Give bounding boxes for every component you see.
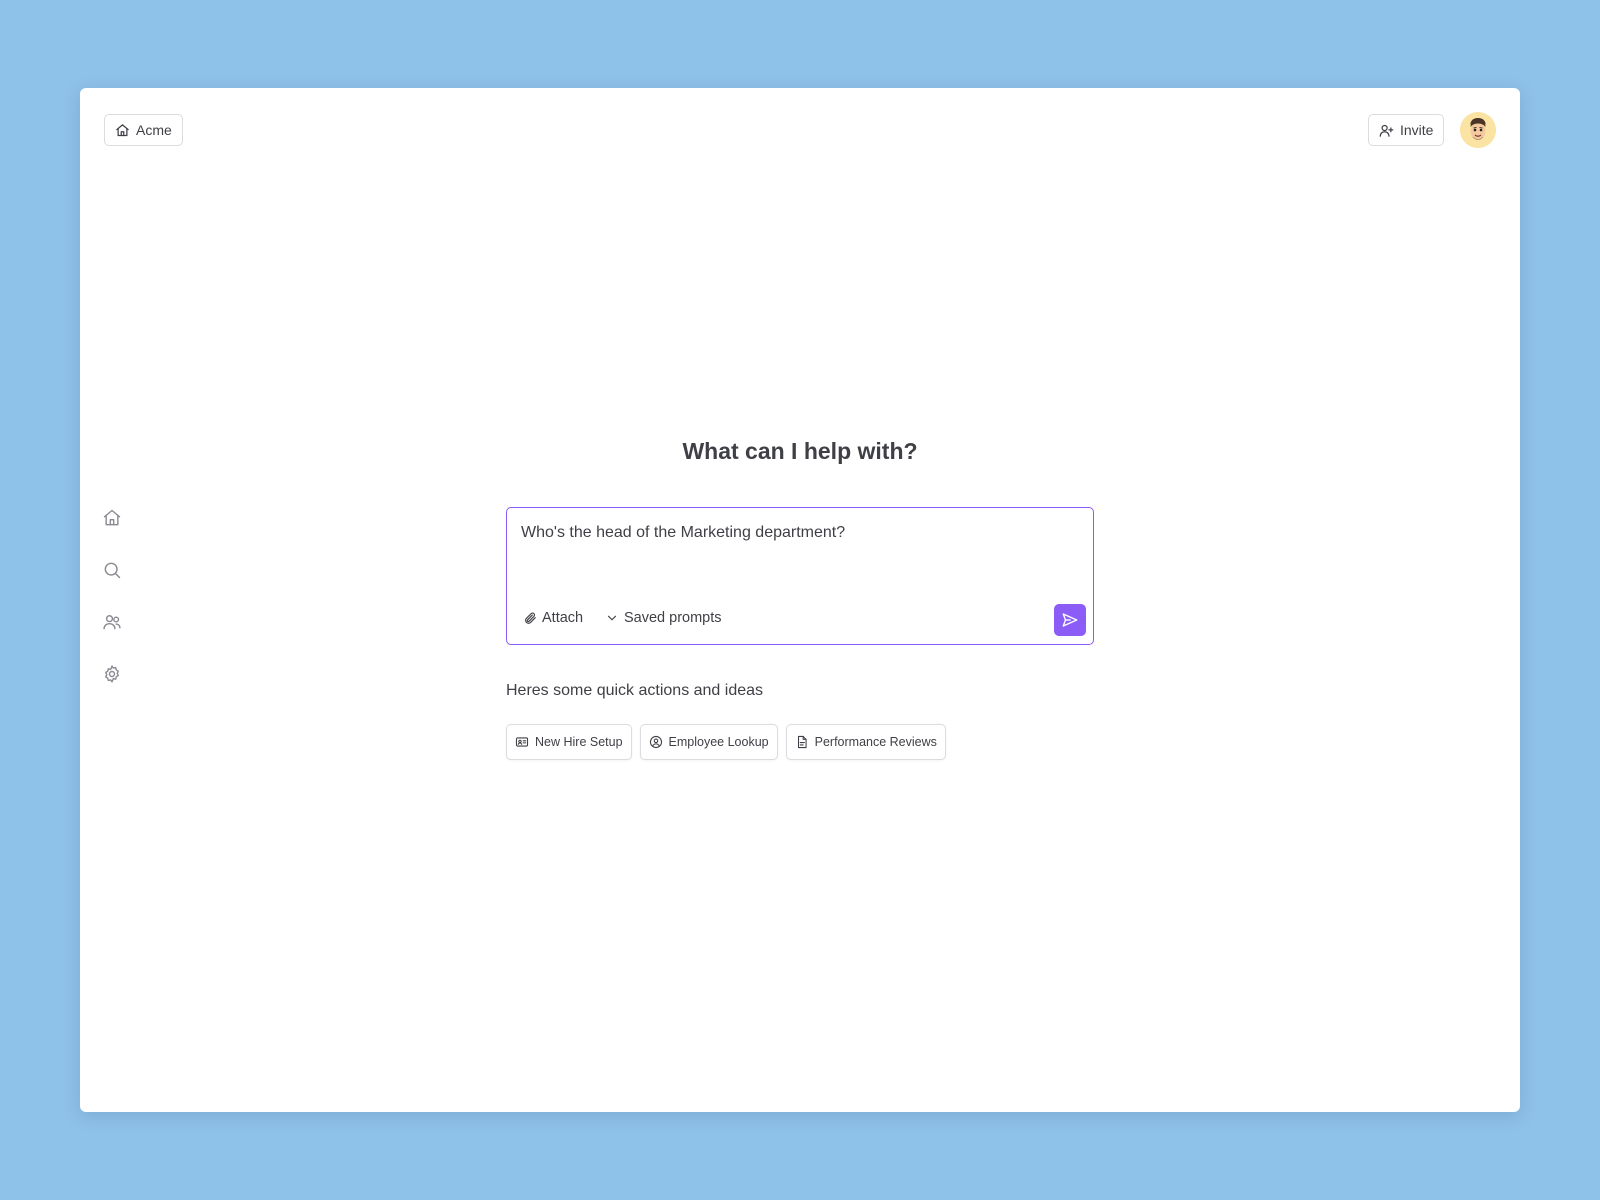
quick-action-label: New Hire Setup	[535, 735, 623, 749]
paperclip-icon	[525, 612, 536, 624]
workspace-button[interactable]: Acme	[104, 114, 183, 146]
chevron-down-icon	[607, 615, 617, 621]
invite-button[interactable]: Invite	[1368, 114, 1445, 146]
attach-label: Attach	[542, 610, 584, 626]
quick-action-performance-reviews[interactable]: Performance Reviews	[785, 724, 946, 760]
sidebar	[102, 508, 124, 684]
user-plus-icon	[1379, 124, 1394, 137]
quick-action-employee-lookup[interactable]: Employee Lookup	[639, 724, 778, 760]
saved-prompts-label: Saved prompts	[624, 610, 722, 626]
app-window: Acme Invite What can I help with? Who's …	[80, 88, 1520, 1112]
sidebar-item-home[interactable]	[102, 508, 122, 528]
prompt-input[interactable]	[521, 522, 1081, 582]
user-circle-icon	[649, 735, 662, 749]
quick-action-new-hire-setup[interactable]: New Hire Setup	[506, 724, 632, 760]
quick-actions: New Hire Setup Employee Lookup Performan…	[506, 724, 946, 760]
send-icon	[1062, 613, 1078, 627]
home-icon	[116, 123, 129, 136]
avatar-emoji	[1460, 112, 1496, 148]
ideas-heading: Heres some quick actions and ideas	[506, 682, 764, 699]
quick-action-label: Employee Lookup	[668, 735, 769, 749]
workspace-label: Acme	[136, 122, 172, 138]
home-icon	[103, 509, 121, 526]
saved-prompts-button[interactable]: Saved prompts	[605, 610, 722, 626]
send-button[interactable]	[1054, 604, 1086, 636]
gear-icon	[105, 665, 119, 683]
prompt-composer: Attach Saved prompts	[506, 507, 1094, 645]
avatar[interactable]	[1460, 112, 1496, 148]
users-icon	[103, 615, 121, 630]
sidebar-item-search[interactable]	[102, 560, 122, 580]
attach-button[interactable]: Attach	[523, 610, 583, 626]
invite-label: Invite	[1400, 122, 1434, 138]
page-title: What can I help with?	[682, 438, 918, 464]
id-card-icon	[515, 737, 529, 747]
document-icon	[797, 735, 807, 749]
sidebar-item-settings[interactable]	[102, 664, 122, 684]
quick-action-label: Performance Reviews	[814, 735, 937, 749]
sidebar-item-people[interactable]	[102, 612, 122, 632]
search-icon	[104, 562, 121, 579]
